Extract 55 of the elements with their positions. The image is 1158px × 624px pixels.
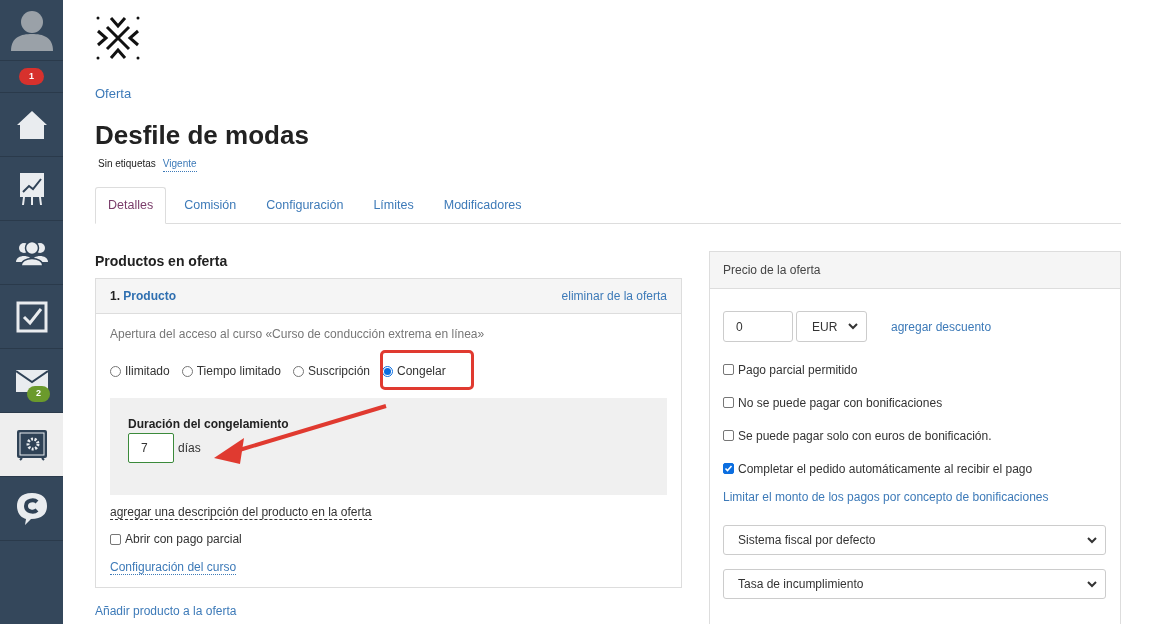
days-input[interactable]: 7	[128, 433, 174, 463]
discount-link[interactable]: agregar descuento	[891, 317, 992, 336]
limit-bonus-link[interactable]: Limitar el monto de los pagos por concepto de bonificaciones	[723, 488, 1107, 506]
section-heading: Productos en oferta	[95, 252, 229, 271]
tab[interactable]: Límites	[361, 187, 426, 224]
access-option[interactable]: Suscripción	[292, 362, 370, 380]
partial-payment-option[interactable]: Abrir con pago parcial	[110, 530, 667, 548]
tab[interactable]: Detalles	[95, 187, 167, 224]
remove-link[interactable]: eliminar de la oferta	[561, 287, 667, 305]
checkbox[interactable]	[723, 397, 734, 408]
payment-option[interactable]: Pago parcial permitido	[723, 362, 1107, 377]
dropdown-select[interactable]: Sistema fiscal por defecto	[723, 525, 1106, 555]
access-option[interactable]: Tiempo limitado	[181, 362, 281, 380]
payment-option[interactable]: Completar el pedido automáticamente al recibir el pago	[723, 461, 1107, 476]
payment-option[interactable]: Se puede pagar solo con euros de bonificación.	[723, 428, 1107, 443]
chevron-down-icon	[848, 323, 858, 330]
chevron-down-icon	[1087, 580, 1097, 588]
notification-count: 1	[19, 67, 44, 86]
checkbox[interactable]	[723, 430, 734, 441]
price-heading: Precio de la oferta	[723, 262, 821, 279]
product-description: Apertura del acceso al curso «Curso de conducción extrema en línea»	[110, 326, 486, 343]
users-icon	[15, 239, 48, 266]
dropdown-select[interactable]: Tasa de incumplimiento	[723, 569, 1106, 599]
price-input[interactable]: 0	[723, 311, 793, 342]
course-settings-link[interactable]: Configuración del curso	[110, 560, 237, 575]
tags-label: Sin etiquetas	[98, 157, 156, 171]
currency-select[interactable]: EUR	[796, 311, 867, 342]
days-unit: días	[178, 440, 201, 457]
chat-bubble-icon	[15, 491, 48, 526]
freeze-label: Duración del congelamiento	[128, 416, 290, 433]
page-title: Desfile de modas	[95, 119, 310, 151]
status-link[interactable]: Vigente	[162, 156, 197, 172]
chevron-down-icon	[1087, 536, 1097, 544]
tab[interactable]: Modificadores	[431, 187, 534, 224]
avatar-silhouette-icon	[8, 9, 55, 51]
add-product-link[interactable]: Añadir producto a la oferta	[95, 604, 237, 618]
home-icon	[15, 109, 48, 140]
safe-icon	[15, 428, 48, 461]
chart-board-icon	[18, 171, 45, 206]
breadcrumb-link[interactable]: Oferta	[95, 86, 132, 101]
notification-count: 2	[27, 386, 50, 402]
access-option[interactable]: Congelar	[382, 362, 446, 380]
add-description-link[interactable]: agregar una descripción del producto en la oferta	[110, 505, 372, 520]
sidebar-item[interactable]	[0, 413, 63, 477]
payment-option[interactable]: No se puede pagar con bonificaciones	[723, 395, 1107, 410]
tab[interactable]: Configuración	[254, 187, 356, 224]
checkbox[interactable]	[110, 533, 121, 545]
access-option[interactable]: Ilimitado	[110, 362, 170, 380]
checkbox[interactable]	[723, 463, 734, 474]
envelope-icon	[15, 369, 48, 392]
tab[interactable]: Comisión	[172, 187, 249, 224]
product-title: 1. Producto	[110, 288, 177, 305]
checkbox-icon	[15, 300, 48, 333]
checkbox[interactable]	[723, 364, 734, 375]
snowflake-logo	[95, 15, 141, 61]
